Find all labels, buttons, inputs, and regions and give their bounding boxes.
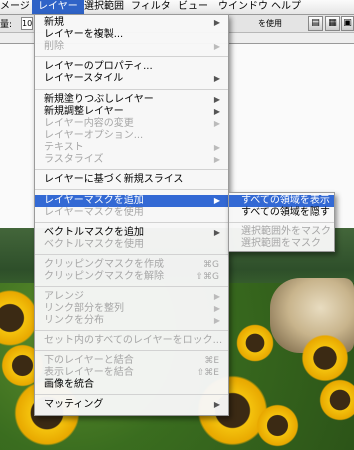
menu-item-layer-style[interactable]: レイヤースタイル ▶ [35, 73, 228, 85]
sunflower [255, 403, 300, 448]
menu-view[interactable]: ビュー [178, 0, 208, 14]
menu-item-new[interactable]: 新規 ▶ [35, 17, 228, 29]
menu-separator [35, 222, 228, 223]
submenu-arrow-icon: ▶ [213, 304, 220, 313]
menu-item-layer-properties[interactable]: レイヤーのプロパティ... [35, 61, 228, 73]
submenu-item-reveal-all[interactable]: すべての領域を表示 [229, 195, 334, 207]
menu-help[interactable]: ヘルプ [271, 0, 301, 14]
submenu-arrow-icon: ▶ [213, 107, 220, 116]
menu-layer[interactable]: レイヤー [32, 0, 84, 14]
shortcut-label: ⇧⌘E [196, 368, 219, 378]
shortcut-label: ⌘G [203, 260, 219, 270]
submenu-arrow-icon: ▶ [213, 292, 220, 301]
menu-item-flatten-image[interactable]: 画像を統合 [35, 379, 228, 391]
submenu-arrow-icon: ▶ [213, 119, 220, 128]
menu-separator [35, 286, 228, 287]
submenu-arrow-icon: ▶ [213, 196, 220, 205]
menu-window[interactable]: ウインドウ [218, 0, 268, 14]
submenu-arrow-icon: ▶ [213, 228, 220, 237]
menu-item-type[interactable]: テキスト ▶ [35, 142, 228, 154]
submenu-arrow-icon: ▶ [213, 316, 220, 325]
menu-item-delete[interactable]: 削除 ▶ [35, 41, 228, 53]
tolerance-field[interactable]: 10 [21, 17, 33, 30]
menu-select[interactable]: 選択範囲 [84, 0, 124, 14]
sunflower [300, 333, 350, 383]
tolerance-label: 量: [0, 20, 13, 30]
menu-item-change-layer-content[interactable]: レイヤー内容の変更 ▶ [35, 118, 228, 130]
brush-palette-icon[interactable]: ▦ [325, 16, 340, 31]
menu-item-duplicate-layer[interactable]: レイヤーを複製... [35, 29, 228, 41]
menu-item-layer-options[interactable]: レイヤーオプション... [35, 130, 228, 142]
sunflower [318, 378, 354, 422]
menu-item-merge-visible[interactable]: 表示レイヤーを結合 ⇧⌘E [35, 367, 228, 379]
submenu-arrow-icon: ▶ [213, 95, 220, 104]
menu-separator [35, 56, 228, 57]
submenu-arrow-icon: ▶ [213, 143, 220, 152]
layer-mask-submenu: すべての領域を表示 すべての領域を隠す 選択範囲外をマスク 選択範囲をマスク [228, 192, 335, 252]
shortcut-label: ⌘E [204, 356, 219, 366]
menu-item-create-clipping-mask[interactable]: クリッピングマスクを作成 ⌘G [35, 259, 228, 271]
menu-item-merge-down[interactable]: 下のレイヤーと結合 ⌘E [35, 355, 228, 367]
menu-item-rasterize[interactable]: ラスタライズ ▶ [35, 154, 228, 166]
menu-separator [35, 330, 228, 331]
submenu-item-hide-selection[interactable]: 選択範囲をマスク [229, 238, 334, 250]
menu-separator [35, 89, 228, 90]
menu-item-new-adjustment-layer[interactable]: 新規調整レイヤー ▶ [35, 106, 228, 118]
menu-item-enable-layer-mask[interactable]: レイヤーマスクを使用 [35, 207, 228, 219]
menu-item-lock-all-layers-in-set[interactable]: セット内のすべてのレイヤーをロック... [35, 335, 228, 347]
palette-icon[interactable]: ▤ [308, 16, 323, 31]
menu-item-new-fill-layer[interactable]: 新規塗りつぶしレイヤー ▶ [35, 94, 228, 106]
menu-image[interactable]: メージ [0, 0, 30, 14]
menu-item-enable-vector-mask[interactable]: ベクトルマスクを使用 [35, 239, 228, 251]
menu-item-add-layer-mask[interactable]: レイヤーマスクを追加 ▶ [35, 195, 228, 207]
shortcut-label: ⇧⌘G [195, 272, 219, 282]
menu-filter[interactable]: フィルタ [131, 0, 171, 14]
menu-item-arrange[interactable]: アレンジ ▶ [35, 291, 228, 303]
menu-item-distribute-linked[interactable]: リンクを分布 ▶ [35, 315, 228, 327]
layer-menu: 新規 ▶ レイヤーを複製... 削除 ▶ レイヤーのプロパティ... レイヤースタイ… [34, 14, 229, 416]
use-label: を使用 [258, 19, 282, 28]
menu-separator [229, 222, 334, 223]
menu-item-add-vector-mask[interactable]: ベクトルマスクを追加 ▶ [35, 227, 228, 239]
submenu-arrow-icon: ▶ [213, 400, 220, 409]
menu-separator [35, 254, 228, 255]
menu-separator [35, 169, 228, 170]
submenu-arrow-icon: ▶ [213, 42, 220, 51]
menu-item-release-clipping-mask[interactable]: クリッピングマスクを解除 ⇧⌘G [35, 271, 228, 283]
menu-item-align-linked[interactable]: リンク部分を整列 ▶ [35, 303, 228, 315]
submenu-arrow-icon: ▶ [213, 74, 220, 83]
submenu-arrow-icon: ▶ [213, 18, 220, 27]
menu-separator [35, 189, 228, 190]
menu-separator [35, 394, 228, 395]
submenu-item-reveal-selection[interactable]: 選択範囲外をマスク [229, 226, 334, 238]
submenu-arrow-icon: ▶ [213, 155, 220, 164]
sunflower [235, 323, 275, 363]
menu-item-matting[interactable]: マッティング ▶ [35, 399, 228, 411]
menu-item-new-layer-based-slice[interactable]: レイヤーに基づく新規スライス [35, 174, 228, 186]
submenu-item-hide-all[interactable]: すべての領域を隠す [229, 207, 334, 219]
menu-bar: メージ レイヤー 選択範囲 フィルタ ビュー ウインドウ ヘルプ [0, 0, 354, 15]
menu-separator [35, 350, 228, 351]
tool-preset-icon[interactable]: ▣ [341, 16, 354, 31]
